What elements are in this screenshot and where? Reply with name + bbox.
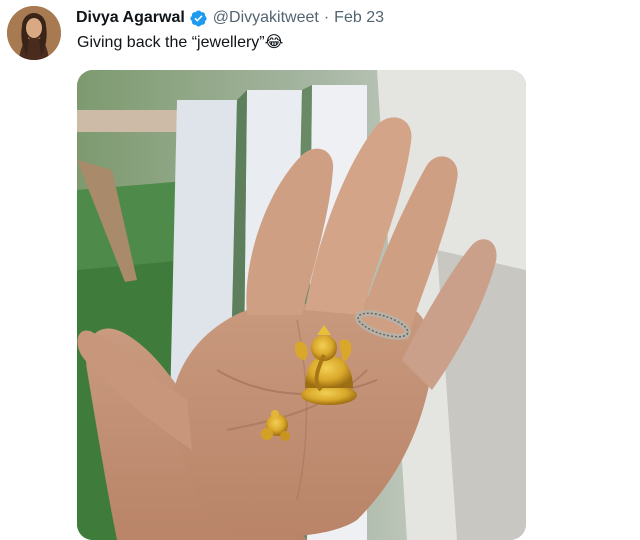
tweet[interactable]: Divya Agarwal @Divyakitweet · Feb 23 Giv… — [0, 0, 640, 540]
author-handle[interactable]: @Divyakitweet — [213, 7, 319, 29]
author-name[interactable]: Divya Agarwal — [76, 7, 185, 29]
header-separator: · — [323, 9, 330, 26]
avatar-photo — [7, 6, 61, 60]
photo-hand-with-gold-idol — [77, 70, 526, 540]
tweet-photo[interactable] — [77, 70, 526, 540]
verified-badge-icon — [189, 9, 208, 28]
tweet-date[interactable]: Feb 23 — [334, 7, 384, 29]
tweet-header: Divya Agarwal @Divyakitweet · Feb 23 — [76, 7, 384, 29]
tweet-text: Giving back the “jewellery”😂 — [77, 34, 284, 51]
author-avatar[interactable] — [7, 6, 61, 60]
